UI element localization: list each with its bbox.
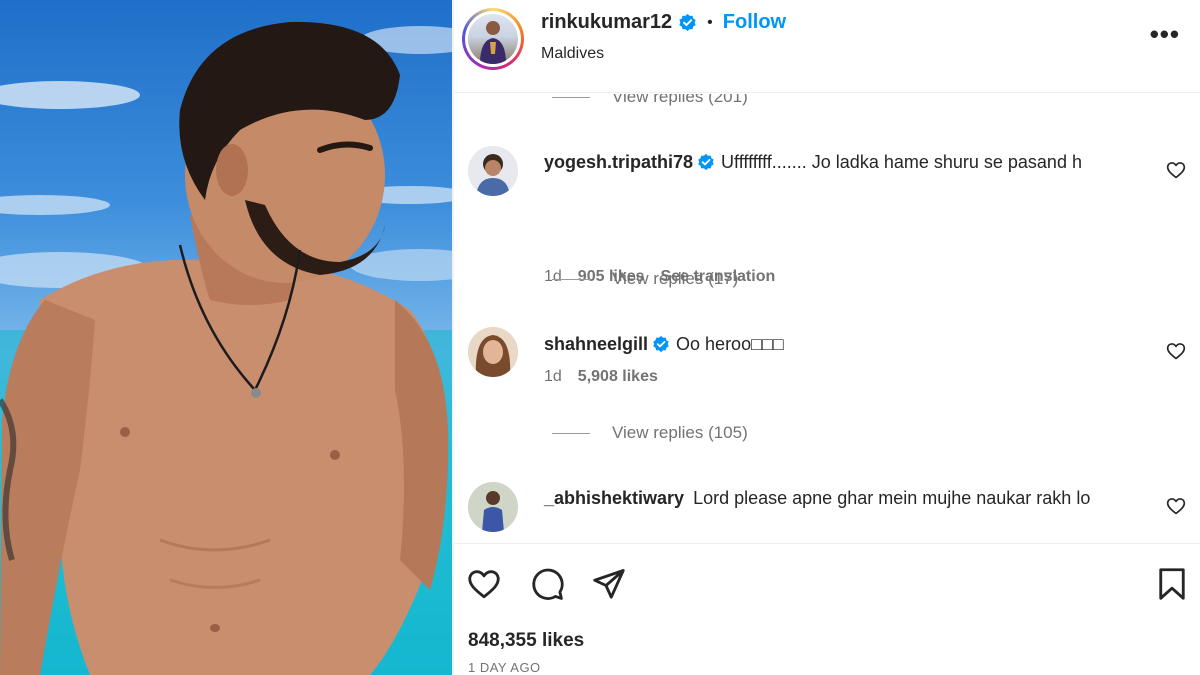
profile-avatar[interactable] bbox=[462, 8, 524, 70]
view-replies-label: View replies (17) bbox=[612, 269, 739, 288]
post-panel: rinkukumar12 • Follow Maldives ••• View … bbox=[454, 0, 1200, 675]
verified-badge-icon bbox=[653, 335, 669, 353]
commenter-avatar-illustration bbox=[468, 327, 518, 377]
commenter-avatar[interactable] bbox=[468, 146, 518, 196]
commenter-username[interactable]: shahneelgill bbox=[544, 334, 648, 354]
comment-item: shahneelgill Oo heroo□□□ 1d 5,908 likes bbox=[468, 327, 1188, 387]
send-icon[interactable] bbox=[591, 566, 627, 602]
reply-line-bar bbox=[552, 278, 590, 280]
commenter-avatar[interactable] bbox=[468, 482, 518, 532]
avatar-illustration bbox=[480, 21, 506, 64]
bookmark-icon[interactable] bbox=[1154, 566, 1190, 602]
comment-text: Oo heroo□□□ bbox=[676, 334, 784, 354]
view-replies-button[interactable]: View replies (17) bbox=[552, 269, 738, 289]
commenter-username[interactable]: yogesh.tripathi78 bbox=[544, 152, 693, 172]
follow-button[interactable]: Follow bbox=[723, 11, 786, 34]
verified-badge-icon bbox=[679, 13, 696, 32]
post-location[interactable]: Maldives bbox=[541, 45, 604, 63]
header-separator: • bbox=[707, 13, 713, 31]
post-actions: 848,355 likes 1 DAY AGO bbox=[454, 543, 1200, 675]
view-replies-button[interactable]: View replies (201) bbox=[552, 94, 748, 107]
reply-line-bar bbox=[552, 96, 590, 98]
post-author-username[interactable]: rinkukumar12 bbox=[541, 11, 672, 34]
comment-age[interactable]: 1d bbox=[544, 368, 562, 386]
comment-meta: 1d 5,908 likes bbox=[544, 368, 658, 386]
reply-line-bar bbox=[552, 432, 590, 434]
commenter-avatar-illustration bbox=[468, 482, 518, 532]
comment-like-heart-icon[interactable] bbox=[1166, 496, 1186, 516]
comment-item: _abhishektiwary Lord please apne ghar me… bbox=[468, 482, 1188, 542]
view-replies-button[interactable]: View replies (105) bbox=[552, 423, 748, 443]
commenter-avatar[interactable] bbox=[468, 327, 518, 377]
verified-badge-icon bbox=[698, 153, 714, 171]
comment-like-heart-icon[interactable] bbox=[1166, 341, 1186, 361]
more-options-icon[interactable]: ••• bbox=[1150, 21, 1180, 47]
comment-text: Uffffffff....... Jo ladka hame shuru se … bbox=[721, 152, 1082, 172]
comment-likes[interactable]: 5,908 likes bbox=[578, 368, 658, 386]
post-timestamp[interactable]: 1 DAY AGO bbox=[468, 660, 541, 675]
commenter-avatar-illustration bbox=[468, 146, 518, 196]
comment-text: Lord please apne ghar mein mujhe naukar … bbox=[693, 488, 1091, 508]
view-replies-label: View replies (201) bbox=[612, 94, 748, 106]
post-photo-illustration bbox=[0, 21, 452, 675]
heart-icon[interactable] bbox=[466, 566, 502, 602]
view-replies-label: View replies (105) bbox=[612, 423, 748, 442]
commenter-username[interactable]: _abhishektiwary bbox=[544, 488, 684, 508]
post-photo[interactable] bbox=[0, 0, 452, 675]
comment-icon[interactable] bbox=[529, 566, 565, 602]
post-likes-count[interactable]: 848,355 likes bbox=[468, 630, 584, 652]
comments-list[interactable]: View replies (201) yogesh.tripathi78 Ufff… bbox=[454, 94, 1200, 543]
comment-like-heart-icon[interactable] bbox=[1166, 160, 1186, 180]
post-header: rinkukumar12 • Follow Maldives ••• bbox=[454, 0, 1200, 93]
